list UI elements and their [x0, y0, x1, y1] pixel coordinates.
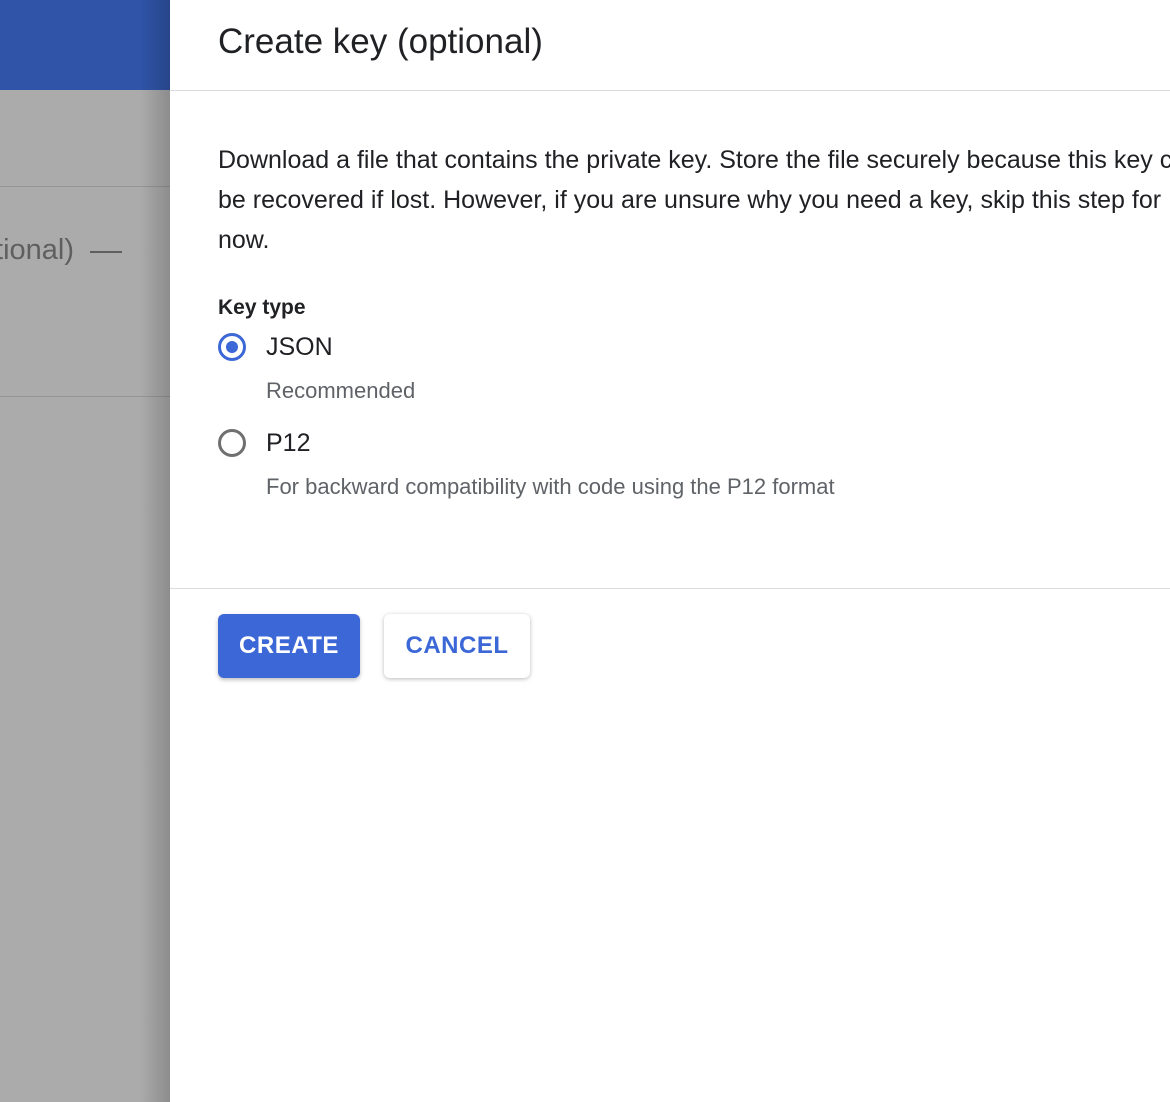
panel-title: Create key (optional) [218, 22, 543, 61]
cancel-button[interactable]: CANCEL [384, 614, 530, 678]
panel-shadow [140, 0, 170, 1102]
background-step-dash [90, 251, 122, 253]
radio-hint-json: Recommended [266, 378, 416, 403]
radio-option-json[interactable]: JSON [218, 330, 333, 364]
radio-dot [226, 341, 238, 353]
background-step-label: (optional) [0, 234, 74, 266]
radio-button-unchecked[interactable] [218, 429, 246, 457]
panel-description: Download a file that contains the privat… [218, 146, 1170, 254]
footer-divider [170, 588, 1170, 589]
radio-button-checked[interactable] [218, 333, 246, 361]
create-key-panel: Create key (optional) Download a file th… [170, 0, 1170, 1102]
radio-option-p12[interactable]: P12 [218, 426, 310, 460]
radio-label-p12[interactable]: P12 [266, 426, 310, 460]
key-type-label: Key type [218, 296, 306, 319]
create-button[interactable]: CREATE [218, 614, 360, 678]
background-page: (optional) [0, 0, 170, 1102]
header-divider [170, 90, 1170, 91]
radio-hint-p12: For backward compatibility with code usi… [266, 474, 835, 499]
radio-label-json[interactable]: JSON [266, 330, 333, 364]
screen: (optional) Create key (optional) Downloa… [0, 0, 1170, 1102]
